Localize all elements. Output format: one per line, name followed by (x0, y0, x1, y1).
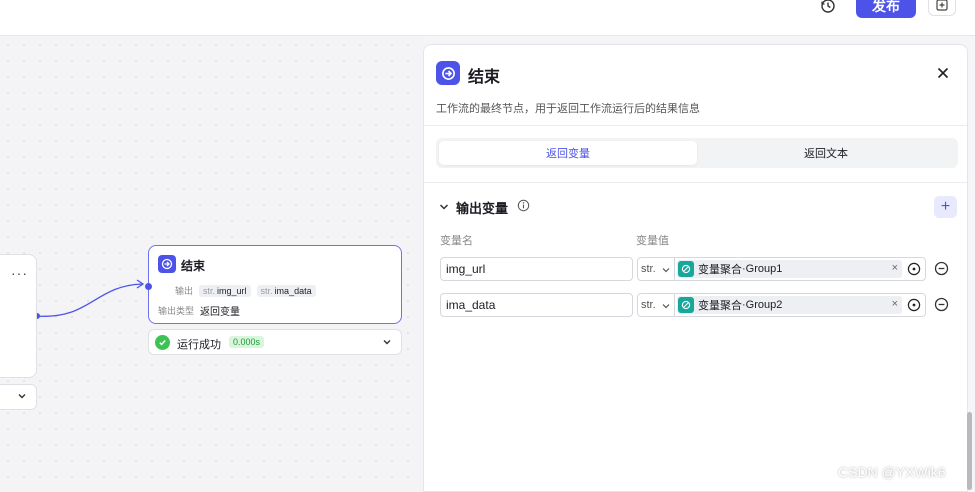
publish-button[interactable]: 发布 (856, 0, 916, 18)
more-icon[interactable]: ··· (11, 265, 28, 281)
watermark: CSDN @YXWik6 (838, 464, 946, 480)
panel-scrollbar[interactable] (967, 412, 972, 490)
run-status-text: 运行成功 (177, 339, 221, 351)
previous-node-status[interactable] (0, 384, 37, 410)
tab-return-variable[interactable]: 返回变量 (439, 141, 697, 165)
chevron-down-icon[interactable] (438, 201, 450, 213)
section-title: 输出变量 (456, 201, 509, 216)
variable-name-input[interactable]: ima_data (440, 293, 633, 317)
variable-aggregator-icon (678, 297, 694, 313)
add-variable-button[interactable]: + (934, 196, 957, 218)
remove-icon[interactable] (934, 297, 949, 312)
divider (424, 125, 967, 126)
variable-type-select[interactable]: str. (637, 257, 675, 281)
variable-reference-tag: 变量聚合 · Group2 × (677, 296, 902, 314)
output-tag: str. ima_data (256, 284, 316, 297)
column-label-value: 变量值 (636, 235, 669, 247)
panel-title: 结束 (468, 69, 501, 86)
node-settings-panel: 结束 工作流的最终节点，用于返回工作流运行后的结果信息 返回变量 返回文本 输出… (423, 44, 968, 492)
output-label: 输出 (175, 286, 194, 296)
variable-reference-tag: 变量聚合 · Group1 × (677, 260, 902, 278)
variable-type-label: str. (641, 299, 656, 311)
end-node[interactable]: 结束 输出 str. img_url str. ima_data 输出类型 返回变量 (145, 245, 402, 324)
check-icon (155, 335, 170, 350)
target-icon[interactable] (907, 262, 921, 276)
top-toolbar: 发布 (0, 0, 975, 36)
variable-value-field[interactable]: 变量聚合 · Group1 × (675, 257, 926, 281)
info-icon[interactable] (517, 199, 530, 212)
variable-value-field[interactable]: 变量聚合 · Group2 × (675, 293, 926, 317)
output-tag: str. img_url (199, 284, 251, 297)
chevron-down-icon (662, 268, 670, 273)
target-icon[interactable] (907, 298, 921, 312)
clear-icon[interactable]: × (892, 298, 898, 310)
variable-row: ima_data str. 变量聚合 · Group2 × (440, 293, 965, 317)
output-type-value: 返回变量 (200, 307, 241, 318)
run-status-bar[interactable]: 运行成功 0.000s (148, 329, 402, 355)
previous-node[interactable]: ··· (0, 254, 37, 378)
return-mode-tabs: 返回变量 返回文本 (436, 138, 958, 168)
remove-icon[interactable] (934, 261, 949, 276)
end-node-icon (158, 255, 176, 273)
divider (424, 182, 967, 183)
panel-description: 工作流的最终节点，用于返回工作流运行后的结果信息 (436, 103, 700, 115)
tab-return-text[interactable]: 返回文本 (697, 141, 955, 165)
chevron-down-icon[interactable] (381, 336, 393, 348)
history-icon[interactable] (818, 0, 838, 16)
variable-aggregator-icon (678, 261, 694, 277)
end-node-outputs: 输出 str. img_url str. ima_data (175, 284, 316, 297)
add-page-icon[interactable] (928, 0, 956, 16)
variable-name-input[interactable]: img_url (440, 257, 633, 281)
input-port[interactable] (145, 283, 152, 290)
variable-row: img_url str. 变量聚合 · Group1 × (440, 257, 965, 281)
chevron-down-icon (18, 394, 26, 399)
variable-type-label: str. (641, 263, 656, 275)
run-time-badge: 0.000s (229, 336, 265, 348)
reference-variable: Group2 (745, 299, 783, 311)
end-node-icon (436, 61, 460, 85)
chevron-down-icon (662, 304, 670, 309)
end-node-title: 结束 (181, 259, 206, 273)
output-type-label: 输出类型 (158, 306, 195, 316)
variable-type-select[interactable]: str. (637, 293, 675, 317)
column-label-name: 变量名 (440, 235, 473, 247)
reference-source: 变量聚合 (698, 264, 742, 276)
reference-source: 变量聚合 (698, 300, 742, 312)
close-icon[interactable] (935, 65, 951, 81)
reference-variable: Group1 (745, 263, 783, 275)
clear-icon[interactable]: × (892, 262, 898, 274)
end-node-output-type: 输出类型 返回变量 (158, 303, 240, 318)
